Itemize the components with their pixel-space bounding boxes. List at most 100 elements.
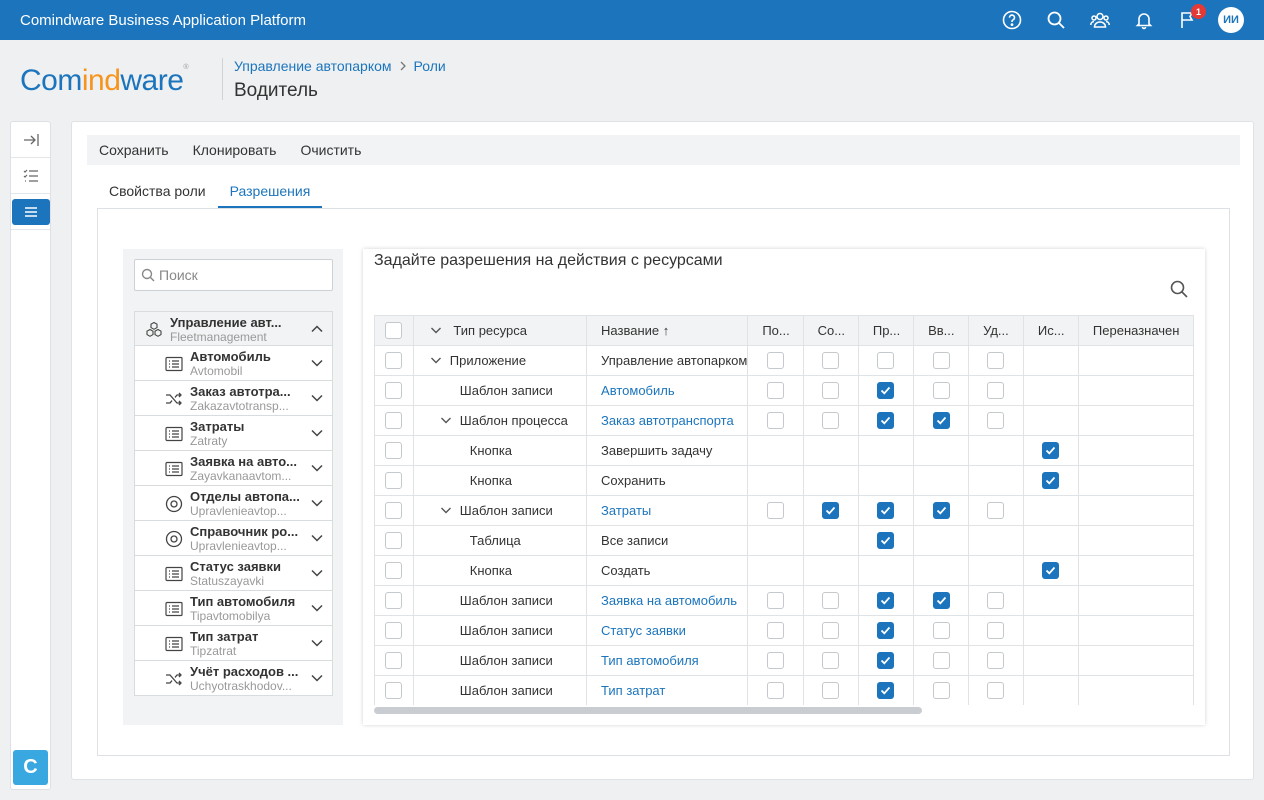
chevron-down-icon[interactable]: [430, 354, 442, 366]
permission-checkbox[interactable]: [987, 652, 1005, 669]
permission-checkbox[interactable]: [766, 622, 784, 639]
permission-checkbox[interactable]: [877, 592, 895, 609]
bell-icon[interactable]: [1122, 0, 1166, 40]
scrollbar-thumb[interactable]: [374, 707, 922, 714]
expand-panel-icon[interactable]: [11, 122, 50, 158]
chevron-down-icon[interactable]: [440, 414, 452, 426]
permission-checkbox[interactable]: [987, 502, 1005, 519]
permission-checkbox[interactable]: [766, 412, 784, 429]
help-icon[interactable]: [990, 0, 1034, 40]
tab-permissions[interactable]: Разрешения: [217, 180, 323, 208]
row-checkbox[interactable]: [385, 442, 403, 459]
row-checkbox[interactable]: [385, 652, 403, 669]
permission-checkbox[interactable]: [877, 652, 895, 669]
row-checkbox[interactable]: [385, 412, 403, 429]
row-checkbox[interactable]: [385, 382, 403, 399]
avatar[interactable]: ИИ: [1218, 7, 1244, 33]
row-checkbox[interactable]: [385, 502, 403, 519]
permission-checkbox[interactable]: [766, 382, 784, 399]
permission-checkbox[interactable]: [822, 352, 840, 369]
tree-item[interactable]: Статус заявки Statuszayavki: [134, 556, 333, 591]
chevron-down-icon[interactable]: [310, 566, 324, 580]
chevron-down-icon[interactable]: [310, 671, 324, 685]
permission-checkbox[interactable]: [877, 532, 895, 549]
tree-item[interactable]: Справочник ро... Upravlenieavtop...: [134, 521, 333, 556]
permission-checkbox[interactable]: [822, 682, 840, 699]
permission-checkbox[interactable]: [822, 502, 840, 519]
row-checkbox[interactable]: [385, 532, 403, 549]
chevron-down-icon[interactable]: [310, 601, 324, 615]
permission-checkbox[interactable]: [987, 352, 1005, 369]
permission-checkbox[interactable]: [1042, 562, 1060, 579]
permission-checkbox[interactable]: [877, 502, 895, 519]
tree-item[interactable]: Заявка на авто... Zayavkanaavtom...: [134, 451, 333, 486]
horizontal-scrollbar[interactable]: [374, 705, 1194, 715]
permission-checkbox[interactable]: [987, 622, 1005, 639]
col-name[interactable]: Название ↑: [586, 315, 749, 346]
permission-checkbox[interactable]: [877, 382, 895, 399]
resource-name-cell[interactable]: Статус заявки: [586, 615, 749, 646]
row-checkbox[interactable]: [385, 352, 403, 369]
permission-checkbox[interactable]: [766, 502, 784, 519]
permission-checkbox[interactable]: [932, 592, 950, 609]
col-perm-2[interactable]: Со...: [803, 315, 859, 346]
permission-checkbox[interactable]: [877, 412, 895, 429]
permission-checkbox[interactable]: [1042, 442, 1060, 459]
permission-checkbox[interactable]: [822, 652, 840, 669]
save-button[interactable]: Сохранить: [87, 135, 181, 165]
clear-button[interactable]: Очистить: [288, 135, 373, 165]
tree-item[interactable]: Тип автомобиля Tipavtomobilya: [134, 591, 333, 626]
permission-checkbox[interactable]: [766, 652, 784, 669]
col-perm-5[interactable]: Уд...: [968, 315, 1024, 346]
permission-checkbox[interactable]: [932, 382, 950, 399]
permission-checkbox[interactable]: [766, 682, 784, 699]
chevron-down-icon[interactable]: [310, 496, 324, 510]
col-resource-type[interactable]: Тип ресурса: [413, 315, 588, 346]
checklist-icon[interactable]: [11, 158, 50, 194]
tree-item[interactable]: Затраты Zatraty: [134, 416, 333, 451]
chevron-down-icon[interactable]: [310, 636, 324, 650]
resource-name-cell[interactable]: Затраты: [586, 495, 749, 526]
tree-item[interactable]: Отделы автопа... Upravlenieavtop...: [134, 486, 333, 521]
permission-checkbox[interactable]: [932, 682, 950, 699]
chevron-down-icon[interactable]: [440, 504, 452, 516]
resource-name-cell[interactable]: Тип затрат: [586, 675, 749, 705]
row-checkbox[interactable]: [385, 562, 403, 579]
platform-logo-button[interactable]: C: [13, 750, 48, 785]
permission-checkbox[interactable]: [766, 592, 784, 609]
breadcrumb-item-app[interactable]: Управление автопарком: [234, 58, 392, 74]
chevron-down-icon[interactable]: [310, 356, 324, 370]
permission-checkbox[interactable]: [877, 622, 895, 639]
chevron-down-icon[interactable]: [310, 426, 324, 440]
chevron-down-icon[interactable]: [310, 461, 324, 475]
permission-checkbox[interactable]: [932, 652, 950, 669]
col-perm-6[interactable]: Ис...: [1023, 315, 1079, 346]
tree-item[interactable]: Тип затрат Tipzatrat: [134, 626, 333, 661]
permission-checkbox[interactable]: [877, 352, 895, 369]
tree-root[interactable]: Управление авт... Fleetmanagement: [134, 311, 333, 346]
tree-item[interactable]: Заказ автотра... Zakazavtotransp...: [134, 381, 333, 416]
permission-checkbox[interactable]: [877, 682, 895, 699]
resource-name-cell[interactable]: Автомобиль: [586, 375, 749, 406]
tree-item[interactable]: Автомобиль Avtomobil: [134, 346, 333, 381]
chevron-down-icon[interactable]: [310, 531, 324, 545]
row-checkbox[interactable]: [385, 682, 403, 699]
search-icon[interactable]: [1169, 279, 1189, 299]
permission-checkbox[interactable]: [1042, 472, 1060, 489]
permission-checkbox[interactable]: [932, 502, 950, 519]
permission-checkbox[interactable]: [987, 412, 1005, 429]
permission-checkbox[interactable]: [822, 412, 840, 429]
permission-checkbox[interactable]: [822, 382, 840, 399]
tree-item[interactable]: Учёт расходов ... Uchyotraskhodov...: [134, 661, 333, 696]
permission-checkbox[interactable]: [932, 352, 950, 369]
permission-checkbox[interactable]: [822, 622, 840, 639]
search-input[interactable]: Поиск: [134, 259, 333, 291]
breadcrumb-item-roles[interactable]: Роли: [414, 58, 446, 74]
list-menu-icon[interactable]: [11, 194, 50, 230]
col-perm-4[interactable]: Вв...: [913, 315, 970, 346]
permission-checkbox[interactable]: [987, 682, 1005, 699]
flag-icon[interactable]: 1: [1166, 0, 1210, 40]
chevron-down-icon[interactable]: [430, 324, 442, 336]
row-checkbox[interactable]: [385, 472, 403, 489]
permission-checkbox[interactable]: [987, 382, 1005, 399]
